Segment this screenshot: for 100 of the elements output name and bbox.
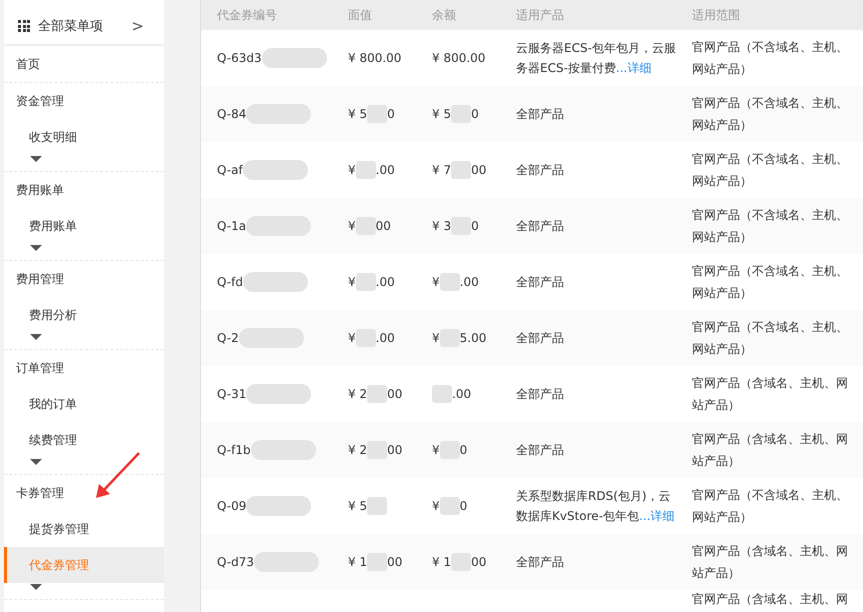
blurred-text [262,48,327,68]
amount-text: ¥ 5 [432,107,452,121]
menu-group-title[interactable]: 费用管理 [4,261,164,297]
amount-text: ¥ [348,219,356,233]
menu-item[interactable]: 费用分析 [4,297,164,333]
menu-group-title[interactable]: 卡券管理 [4,475,164,511]
blurred-text [246,496,312,516]
amount-text: ¥ [432,331,440,345]
menu-item[interactable]: 我的订单 [4,386,164,422]
product-text: 云服务器ECS-包年包月，云服务器ECS-按量付费...详细 [516,40,676,77]
voucher-id: Q-31 [217,387,246,401]
amount-text: ¥ 5 [348,107,368,121]
product-text: 全部产品 [516,442,565,459]
scope-text: 官网产品（不含域名、主机、网站产品） [692,95,848,134]
amount-text: 0 [471,219,479,233]
menu-item[interactable]: 提货券管理 [4,511,164,547]
amount-text: ¥ 1 [348,555,368,569]
menu-item[interactable]: 续费管理 [4,422,164,458]
grid-menu-icon[interactable] [18,20,30,32]
caret-icon[interactable] [30,459,42,465]
caret-icon[interactable] [30,245,42,251]
menu-item[interactable]: 费用账单 [4,208,164,244]
amount-text: .00 [376,163,395,177]
amount-text: 0 [387,107,395,121]
amount-text: ¥ 2 [348,387,368,401]
scope-text: 官网产品（含域名、主机、网 [692,591,848,608]
amount-text: 00 [387,555,402,569]
blurred-text [440,273,460,291]
blurred-text [242,272,308,292]
scope-text: 官网产品（不含域名、主机、网站产品） [692,487,848,526]
blurred-text [242,160,308,180]
product-text: 全部产品 [516,274,565,291]
amount-text: ¥ 5 [348,499,368,513]
menu-group-title[interactable]: 费用账单 [4,172,164,208]
scope-text: 官网产品（含域名、主机、网站产品） [692,431,848,470]
blurred-text [356,161,376,179]
product-text: 全部产品 [516,330,565,347]
voucher-id: Q-f1b [217,443,251,457]
amount-text: 0 [471,107,479,121]
menu-group-title[interactable]: 订单管理 [4,350,164,386]
amount-text: ¥ 2 [348,443,368,457]
blurred-text [356,273,376,291]
amount-text: ¥ 800.00 [348,51,402,65]
amount-text: 0 [460,443,468,457]
amount-text: ¥ 1 [432,555,452,569]
amount-text: 0 [460,499,468,513]
caret-icon[interactable] [30,334,42,340]
column-header: 适用产品 [515,6,565,24]
amount-text: ¥ 800.00 [432,51,486,65]
scope-text: 官网产品（含域名、主机、网站产品） [692,543,848,582]
scope-text: 官网产品（不含域名、主机、网站产品） [692,263,848,302]
voucher-id: Q-63d3 [217,51,262,65]
amount-text: 00 [387,443,402,457]
product-text: 全部产品 [516,554,565,571]
amount-text: 00 [387,387,402,401]
voucher-id: Q-fd [217,275,243,289]
menu-title: 全部菜单项 [38,18,104,35]
amount-text: .00 [452,387,472,401]
scope-text: 官网产品（含域名、主机、网站产品） [692,375,848,414]
scope-text: 官网产品（不含域名、主机、网站产品） [692,39,848,78]
scope-text: 官网产品（不含域名、主机、网站产品） [692,207,848,246]
voucher-id: Q-d73 [217,555,254,569]
product-text: 全部产品 [516,386,565,403]
blurred-text [367,385,388,403]
amount-text: ¥ [432,443,440,457]
voucher-id: Q-2 [217,331,239,345]
amount-text: ¥ [348,275,356,289]
menu-group-title[interactable]: 首页 [4,46,164,82]
blurred-text [451,161,472,179]
voucher-id: Q-1a [217,219,246,233]
scope-text: 官网产品（不含域名、主机、网站产品） [692,151,848,190]
product-text: 关系型数据库RDS(包月)，云数据库KvStore-包年包...详细 [516,488,676,525]
amount-text: 00 [376,219,391,233]
amount-text: .00 [376,275,395,289]
product-text: 全部产品 [516,218,565,235]
voucher-id: Q-af [217,163,243,177]
caret-icon[interactable] [30,156,42,162]
product-text: 全部产品 [516,106,565,123]
amount-text: ¥ [348,331,356,345]
menu-group-title[interactable]: 资金管理 [4,83,164,119]
product-text: 全部产品 [516,162,565,179]
blurred-text [367,497,388,515]
amount-text: .00 [376,331,395,345]
column-header: 适用范围 [692,6,741,24]
amount-text: ¥ 7 [432,163,452,177]
amount-text: 00 [471,163,486,177]
annotation-arrow [93,451,143,501]
caret-icon[interactable] [30,584,42,590]
amount-text: .00 [460,275,479,289]
amount-text: ¥ [432,275,440,289]
menu-item[interactable]: 收支明细 [4,119,164,155]
amount-text: ¥ [348,163,356,177]
chevron-button[interactable]: > [131,17,144,35]
voucher-id: Q-09 [217,499,246,513]
detail-link[interactable]: ...详细 [639,509,674,523]
amount-text: 00 [471,555,486,569]
blurred-text [246,384,312,404]
detail-link[interactable]: ...详细 [616,61,652,75]
column-header: 面值 [347,6,373,24]
amount-text: 5.00 [460,331,486,345]
